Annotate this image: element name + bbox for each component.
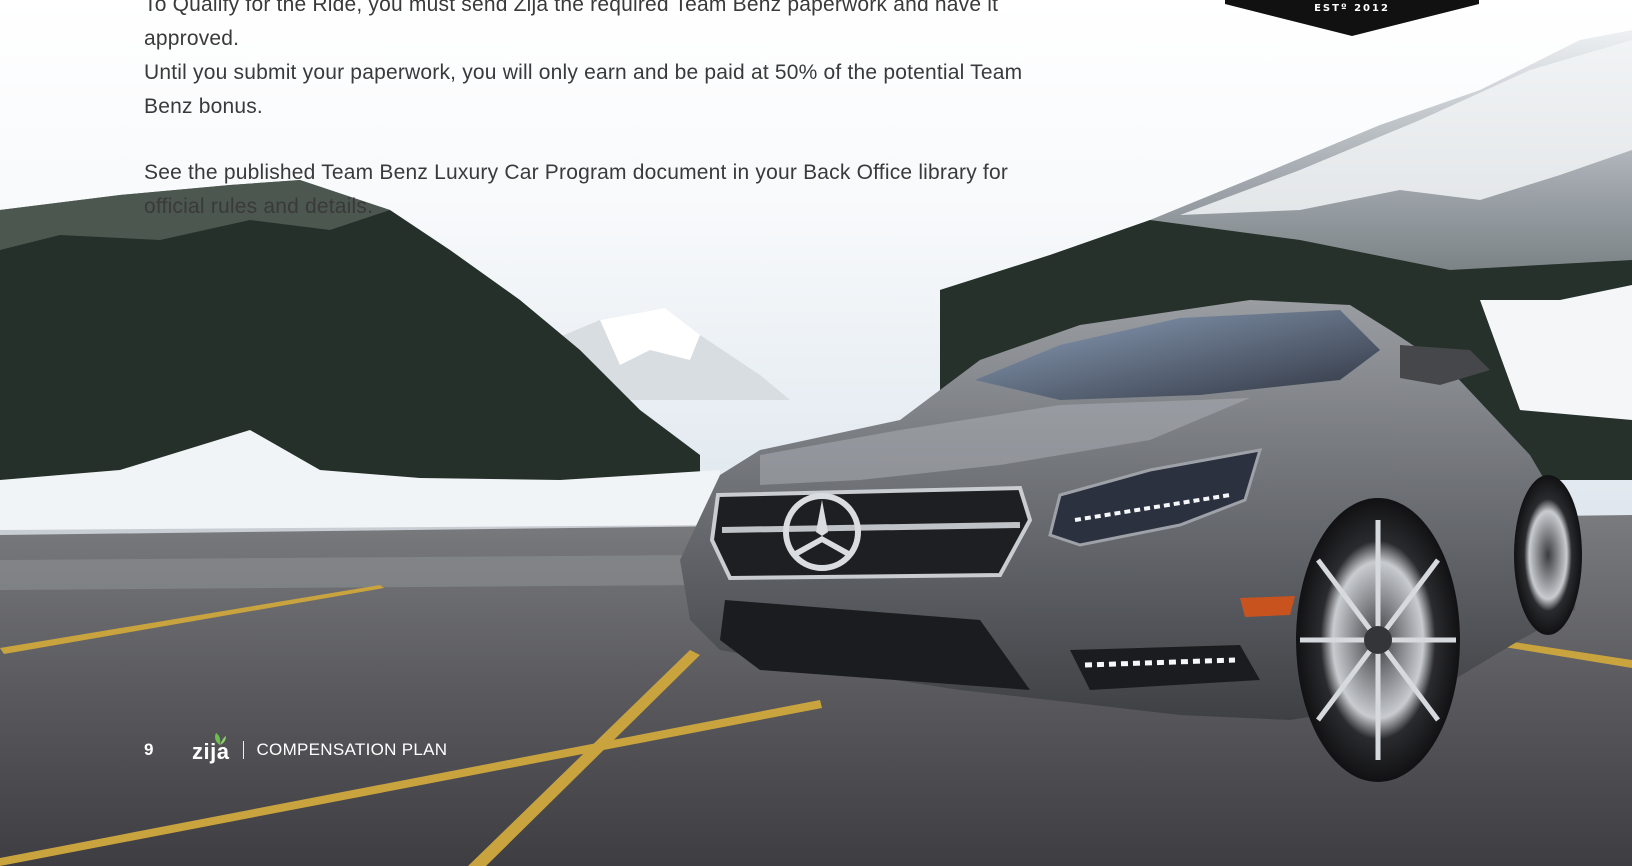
page-number: 9 xyxy=(144,740,154,759)
paragraph-2-line-1: See the published Team Benz Luxury Car P… xyxy=(144,161,1009,184)
paragraph-2-line-2: official rules and details. xyxy=(144,195,374,218)
leaf-icon xyxy=(215,733,226,745)
zija-logo: zija xyxy=(192,733,229,765)
rules-paragraph: See the published Team Benz Luxury Car P… xyxy=(144,156,1074,224)
paragraph-1-line-3: Benz bonus. xyxy=(144,95,263,118)
qualification-paragraph: To Qualify for the Ride, you must send Z… xyxy=(144,0,1074,124)
est-badge-text: ESTº 2012 xyxy=(1314,3,1390,14)
paragraph-1-line-1: To Qualify for the Ride, you must send Z… xyxy=(144,0,999,50)
section-label: COMPENSATION PLAN xyxy=(256,740,448,759)
page-footer: 9 zija COMPENSATION PLAN xyxy=(144,733,448,765)
paragraph-1-line-2: Until you submit your paperwork, you wil… xyxy=(144,61,1023,84)
footer-divider xyxy=(243,741,245,759)
body-copy: To Qualify for the Ride, you must send Z… xyxy=(144,0,1074,256)
